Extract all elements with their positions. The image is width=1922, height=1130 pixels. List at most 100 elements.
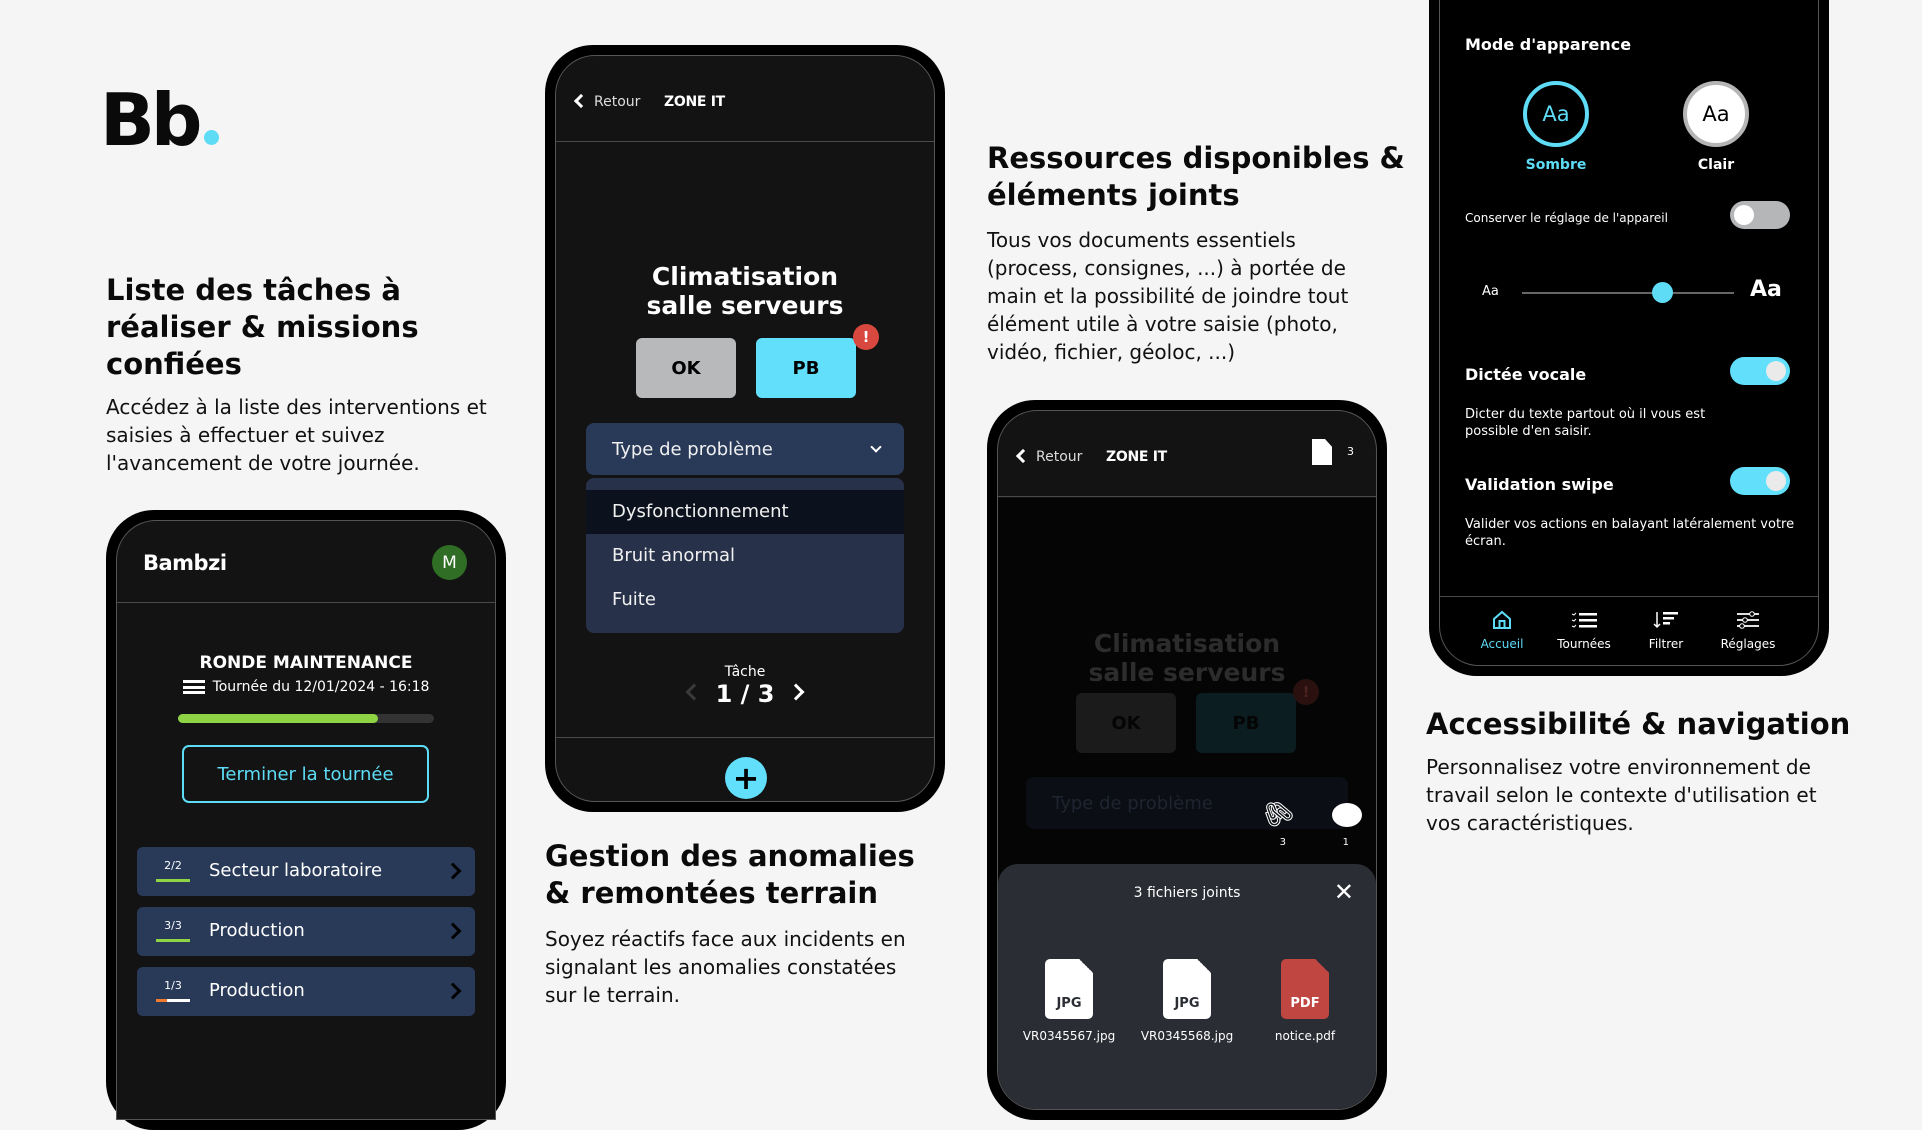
chevron-right-icon (444, 982, 462, 1000)
round-title: RONDE MAINTENANCE (199, 653, 413, 673)
slider-handle[interactable] (1651, 282, 1673, 303)
phone-tasks: Bambzi M RONDE MAINTENANCE Tournée du 12… (106, 510, 506, 1130)
task-title-line2: salle serveurs (1088, 658, 1286, 687)
sector-label: Production (209, 980, 305, 1001)
task-title-dimmed: Climatisation salle serveurs (998, 629, 1376, 687)
font-size-slider[interactable] (1522, 282, 1734, 303)
nav-label: Filtrer (1648, 637, 1684, 651)
pager-value: 1 / 3 (715, 680, 775, 708)
sort-filter-icon (1626, 607, 1706, 633)
section-body-accessibility: Personnalisez votre environnement de tra… (1426, 755, 1817, 835)
sector-row[interactable]: 3/3 Production (137, 907, 475, 956)
sector-progress (156, 999, 190, 1002)
attachments-sheet: 3 fichiers joints ✕ JPG VR0345567.jpg JPG V… (998, 864, 1376, 1109)
select-placeholder: Type de problème (612, 438, 773, 460)
settings-screen: Mode d'apparence Aa Sombre Aa Clair Cons… (1439, 0, 1819, 666)
file-ext: PDF (1290, 996, 1320, 1011)
theme-light-option[interactable]: Aa (1683, 81, 1749, 147)
section-body-tasks: Accédez à la liste des interventions et … (106, 395, 487, 475)
document-count: 3 (1347, 445, 1354, 458)
sector-row[interactable]: 2/2 Secteur laboratoire (137, 847, 475, 896)
nav-label: Accueil (1480, 637, 1524, 651)
avatar[interactable]: M (432, 545, 467, 580)
checklist-icon (1544, 607, 1624, 633)
file-name: VR0345567.jpg (1022, 1029, 1116, 1043)
nav-item-accueil[interactable]: Accueil (1462, 607, 1542, 651)
keep-device-toggle[interactable] (1730, 201, 1790, 229)
toggle-knob (1734, 205, 1754, 225)
attached-file[interactable]: JPG VR0345567.jpg (1014, 959, 1124, 1043)
theme-dark-label: Sombre (1525, 157, 1587, 173)
sector-progress-fill (156, 879, 190, 882)
task-title-line2: salle serveurs (646, 291, 844, 320)
add-button[interactable]: + (725, 757, 767, 799)
section-body-anomalies: Soyez réactifs face aux incidents en sig… (545, 927, 906, 1007)
file-name: notice.pdf (1274, 1029, 1336, 1043)
logo-dot (204, 130, 220, 145)
problem-option[interactable]: Dysfonctionnement (586, 490, 904, 534)
comment-icon[interactable] (1332, 803, 1362, 827)
round-subtitle: Tournée du 12/01/2024 - 16:18 (117, 679, 495, 695)
sector-progress (156, 939, 190, 942)
nav-item-réglages[interactable]: Réglages (1708, 607, 1788, 651)
sector-row[interactable]: 1/3 Production (137, 967, 475, 1016)
sector-progress (156, 879, 190, 882)
tasks-screen: Bambzi M RONDE MAINTENANCE Tournée du 12… (116, 520, 496, 1120)
file-ext: JPG (1056, 996, 1082, 1011)
nav-label: Tournées (1557, 637, 1611, 651)
section-title-anomalies: Gestion des anomalies & remontées terrai… (545, 839, 915, 910)
nav-item-filtrer[interactable]: Filtrer (1626, 607, 1706, 651)
task-pager: Tâche 1 / 3 (556, 664, 934, 708)
toggle-knob (1766, 361, 1786, 381)
back-button[interactable]: Retour (1018, 449, 1082, 465)
dictation-desc: Dicter du texte partout où il vous est p… (1465, 407, 1706, 439)
nav-label: Réglages (1720, 637, 1776, 651)
ok-button[interactable]: OK (636, 338, 736, 398)
theme-light-label: Clair (1697, 157, 1735, 173)
comment-count: 1 (1342, 837, 1349, 848)
sector-label: Production (209, 920, 305, 941)
phone-anomaly: Retour ZONE IT Climatisation salle serveu… (545, 45, 945, 812)
back-button[interactable]: Retour (576, 94, 640, 110)
sliders-icon (1708, 607, 1788, 633)
problem-type-select[interactable]: Type de problème (586, 423, 904, 475)
chevron-left-icon (1018, 449, 1028, 465)
document-icon[interactable] (1312, 439, 1332, 465)
finish-round-button[interactable]: Terminer la tournée (182, 745, 429, 803)
alert-badge: ! (853, 324, 879, 350)
round-progress-fill (178, 714, 378, 723)
pb-button[interactable]: PB (756, 338, 856, 398)
logo-text: Bb (100, 78, 202, 162)
section-body-resources: Tous vos documents essentiels (process, … (987, 228, 1349, 364)
round-progress-bar (178, 714, 434, 723)
dictation-toggle[interactable] (1730, 357, 1790, 385)
swipe-desc: Valider vos actions en balayant latérale… (1465, 517, 1795, 549)
task-title: Climatisation salle serveurs (556, 262, 934, 320)
nav-item-tournées[interactable]: Tournées (1544, 607, 1624, 651)
checklist-icon (182, 680, 205, 694)
files-header: Retour ZONE IT 3 (998, 411, 1376, 497)
attachment-count: 3 (1279, 837, 1286, 848)
dictation-title: Dictée vocale (1465, 365, 1587, 384)
back-label: Retour (1036, 449, 1083, 465)
app-name: Bambzi (143, 551, 227, 575)
keep-device-label: Conserver le réglage de l'appareil (1465, 211, 1668, 225)
jpg-file-icon: JPG (1163, 959, 1211, 1019)
ok-button-dimmed: OK (1076, 693, 1176, 753)
theme-dark-option[interactable]: Aa (1523, 81, 1589, 147)
attached-file[interactable]: PDF notice.pdf (1250, 959, 1360, 1043)
problem-option[interactable]: Bruit anormal (586, 534, 904, 578)
chevron-right-icon (444, 922, 462, 940)
close-icon[interactable]: ✕ (1334, 878, 1354, 906)
attached-file[interactable]: JPG VR0345568.jpg (1132, 959, 1242, 1043)
file-grid: JPG VR0345567.jpg JPG VR0345568.jpg PDF notic… (998, 959, 1376, 1043)
phone-files: Retour ZONE IT 3 Climatisation salle serv… (987, 400, 1387, 1120)
footer-divider (556, 737, 934, 738)
tasks-header: Bambzi M (117, 521, 495, 603)
problem-option[interactable]: Fuite (586, 578, 904, 622)
swipe-toggle[interactable] (1730, 467, 1790, 495)
alert-badge-dimmed: ! (1293, 679, 1319, 705)
sector-label: Secteur laboratoire (209, 860, 383, 881)
file-name: VR0345568.jpg (1140, 1029, 1234, 1043)
sector-progress-fill (156, 999, 168, 1002)
